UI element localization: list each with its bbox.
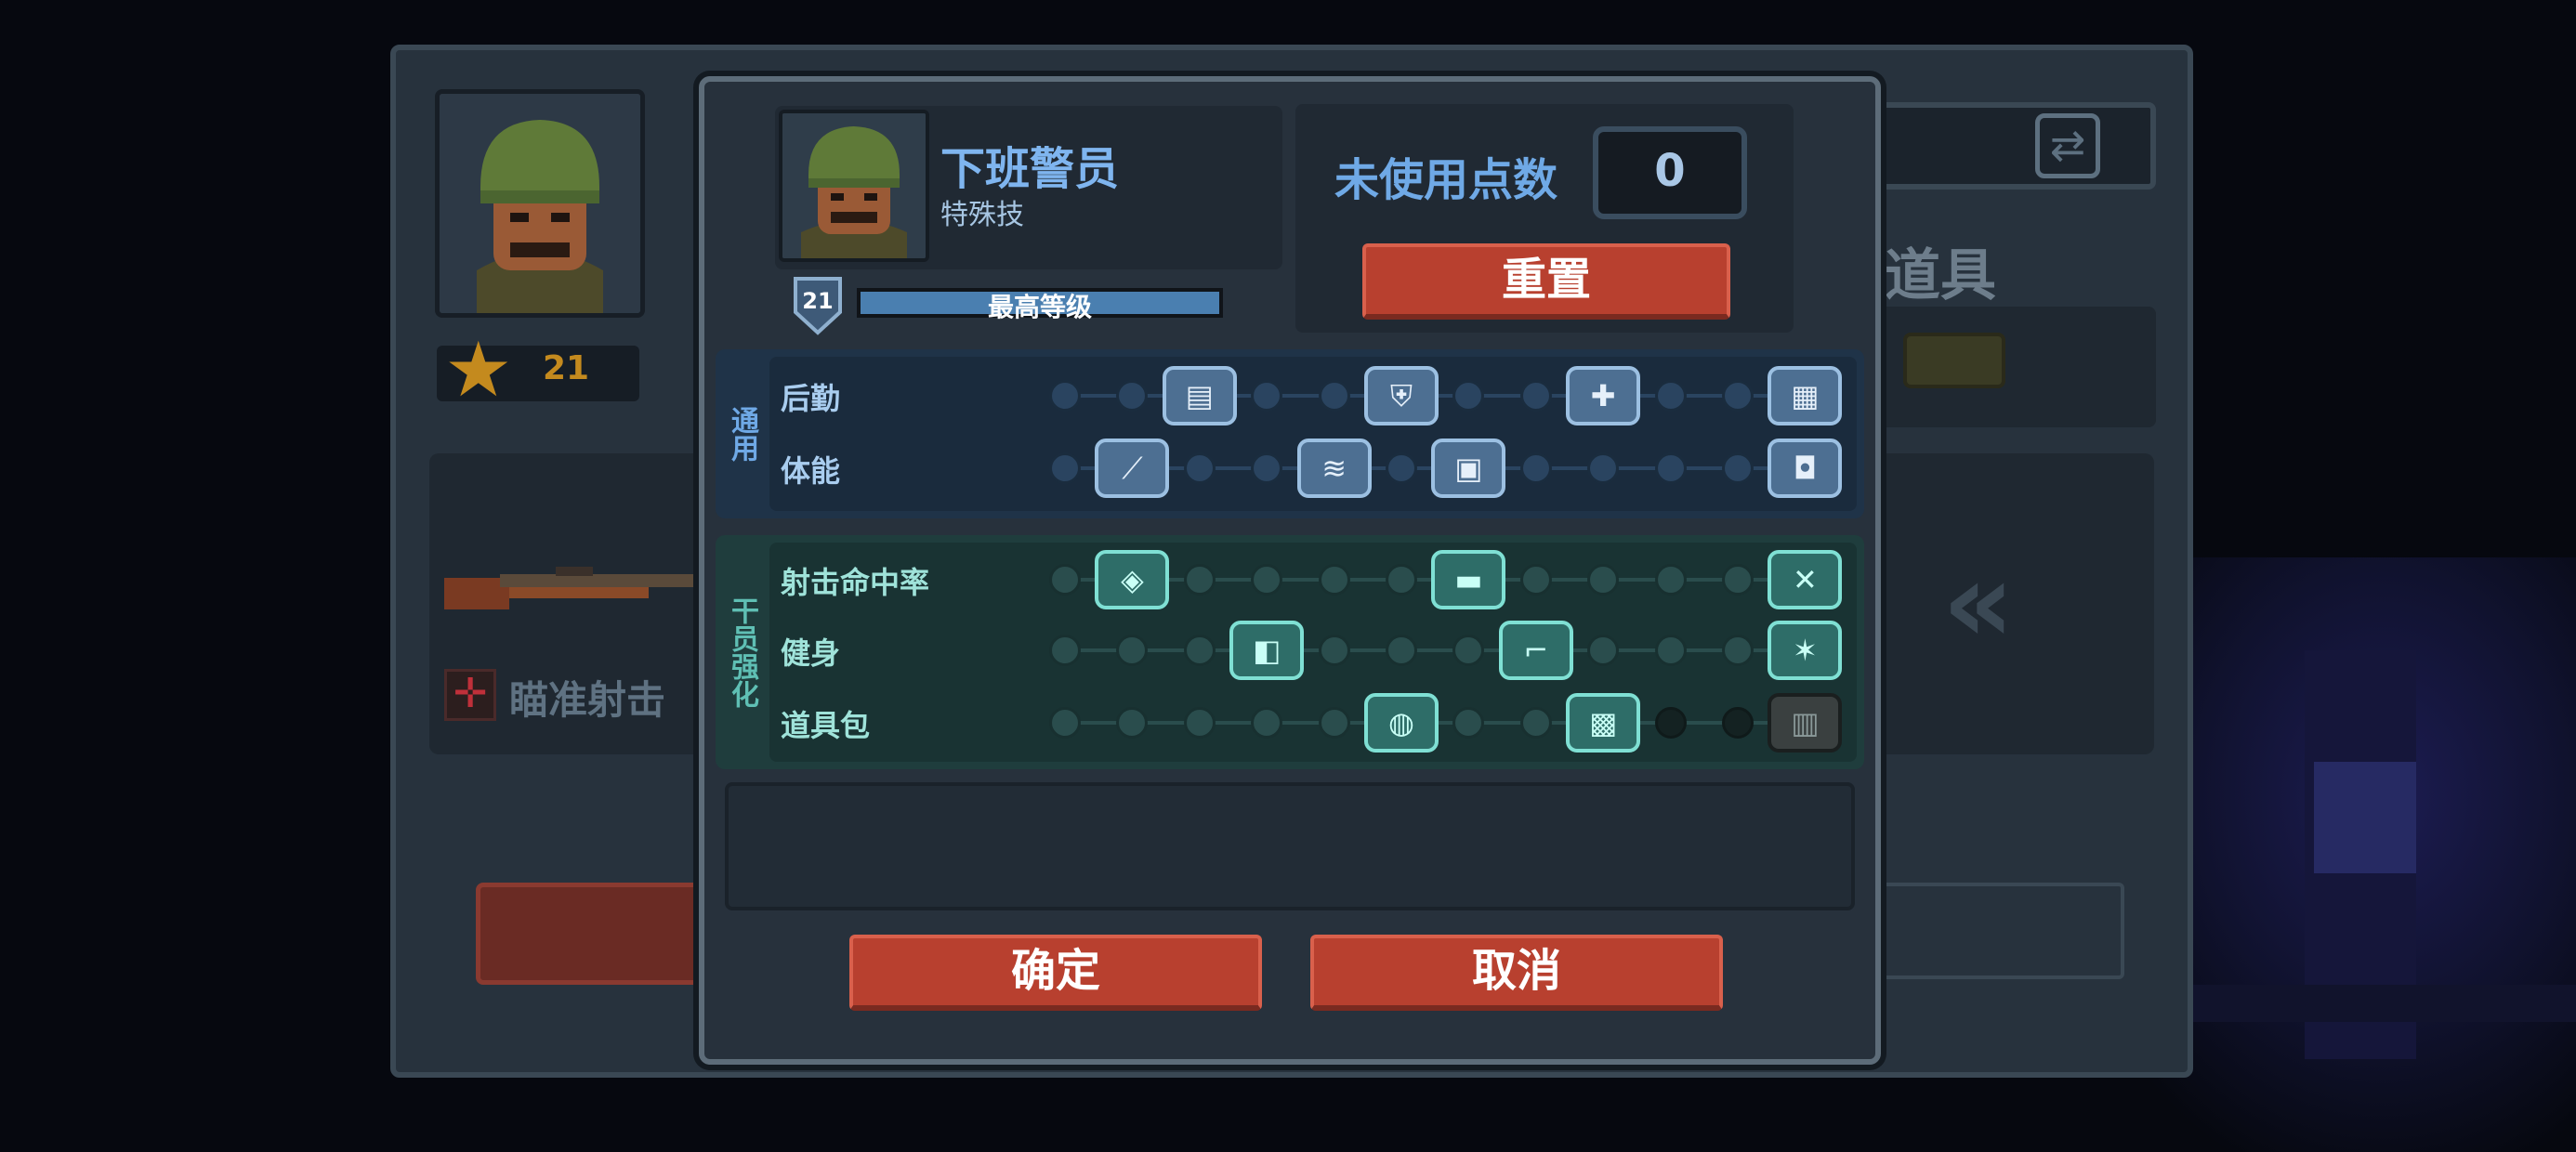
skill-point-node[interactable] [1587,635,1620,666]
skill-point-node[interactable] [1318,380,1350,412]
agent-section-inner [769,543,1857,762]
skill-point-node[interactable] [1654,635,1687,666]
skill-point-node[interactable] [1654,452,1687,484]
items-title: 道具 [1885,243,1996,308]
fist-icon[interactable]: ◧ [1229,621,1305,680]
aim-shot-icon: ✛ [444,669,496,721]
skill-point-node[interactable] [1386,635,1417,666]
skill-point-node[interactable] [1049,452,1081,484]
aim-shot-label: 瞄准射击 [509,677,666,723]
background-red-button [476,883,717,985]
skill-point-node[interactable] [1654,564,1687,596]
unused-points-value: 0 [1593,126,1747,219]
cancel-button[interactable]: 取消 [1310,935,1723,1011]
backpack-icon[interactable]: ◘ [1768,439,1843,498]
skill-point-node[interactable] [1183,452,1216,484]
wing-boot-icon[interactable]: ≋ [1296,439,1372,498]
general-section [716,349,1864,518]
skill-point-node[interactable] [1251,452,1283,484]
skill-point-node[interactable] [1587,452,1620,484]
skill-point-node[interactable] [1183,635,1216,666]
skill-point-node[interactable] [1587,564,1620,596]
skill-point-node[interactable] [1049,564,1081,596]
skill-point-node[interactable] [1722,380,1754,412]
agent-section-tab: 干员强化 [726,596,758,708]
skill-row-label: 体能 [781,453,841,489]
running-man-icon[interactable]: ✶ [1768,621,1843,680]
hero-subtitle: 特殊技 [940,199,1024,231]
skill-point-node[interactable] [1519,452,1552,484]
rifle-icon [444,567,714,609]
skill-point-node[interactable] [1318,635,1350,666]
skill-point-node[interactable] [1318,564,1350,596]
bullet-icon[interactable]: ◈ [1095,550,1170,609]
skill-point-node[interactable] [1049,380,1081,412]
skill-point-node[interactable] [1183,564,1216,596]
crosshair-icon[interactable]: ✕ [1768,550,1843,609]
armor-plate-icon[interactable]: ▣ [1431,439,1506,498]
skill-point-node[interactable] [1519,380,1552,412]
hero-level: 21 [802,288,833,314]
skill-point-node[interactable] [1722,564,1754,596]
swap-icon: ⇄ [2035,113,2100,178]
skill-point-node[interactable] [1183,707,1216,739]
locked-item-icon[interactable]: ▥ [1768,693,1843,753]
background-floor [2193,985,2576,1022]
tank-icon [1903,333,2005,388]
skill-point-node[interactable] [1519,707,1552,739]
level-progress-bar: 最高等级 [857,288,1223,322]
skill-row-label: 射击命中率 [781,565,930,600]
unused-points-label: 未使用点数 [1334,154,1558,206]
supply-crate-icon[interactable]: ▤ [1162,366,1237,425]
hero-portrait [779,110,929,262]
skill-row-label: 健身 [781,635,841,671]
background-right-box [1859,883,2124,979]
pouch-icon[interactable]: ◍ [1364,693,1439,753]
skill-point-node[interactable] [1654,707,1687,739]
hero-name: 下班警员 [940,143,1120,195]
medkit-icon[interactable]: ✚ [1566,366,1641,425]
double-chevron-left-icon: « [1942,539,2015,668]
skill-row-connector [1065,721,1834,725]
general-section-tab: 通用 [726,406,758,462]
skill-point-node[interactable] [1251,707,1283,739]
gun-icon[interactable]: ▬ [1431,550,1506,609]
skill-point-node[interactable] [1722,452,1754,484]
confirm-button[interactable]: 确定 [849,935,1262,1011]
skill-row-label: 后勤 [781,381,841,416]
character-level: 21 [543,349,590,387]
skill-point-node[interactable] [1049,635,1081,666]
background-pillar-detail [2314,762,2416,873]
skill-point-node[interactable] [1519,564,1552,596]
character-portrait [435,89,645,318]
skill-point-node[interactable] [1722,635,1754,666]
skill-row-connector [1065,648,1834,652]
skill-point-node[interactable] [1049,707,1081,739]
skill-description-box [725,782,1855,910]
skill-point-node[interactable] [1251,564,1283,596]
level-progress-text: 最高等级 [987,292,1092,322]
skill-point-node[interactable] [1386,564,1417,596]
skill-point-node[interactable] [1251,380,1283,412]
ammo-box-icon[interactable]: ▦ [1768,366,1843,425]
skill-point-node[interactable] [1318,707,1350,739]
level-shield-icon: 21 [794,277,842,335]
skill-point-node[interactable] [1722,707,1754,739]
shield-plus-icon[interactable]: ⛨ [1364,366,1439,425]
reset-button[interactable]: 重置 [1362,243,1730,320]
knife-icon[interactable]: ⟋ [1095,439,1170,498]
skill-point-node[interactable] [1654,380,1687,412]
skill-point-node[interactable] [1386,452,1417,484]
grenade-launcher-icon[interactable]: ⌐ [1498,621,1573,680]
tank-icon[interactable]: ▩ [1566,693,1641,753]
skill-row-label: 道具包 [781,708,871,743]
star-icon: ★ [444,326,513,414]
background-search-box [1859,102,2156,190]
